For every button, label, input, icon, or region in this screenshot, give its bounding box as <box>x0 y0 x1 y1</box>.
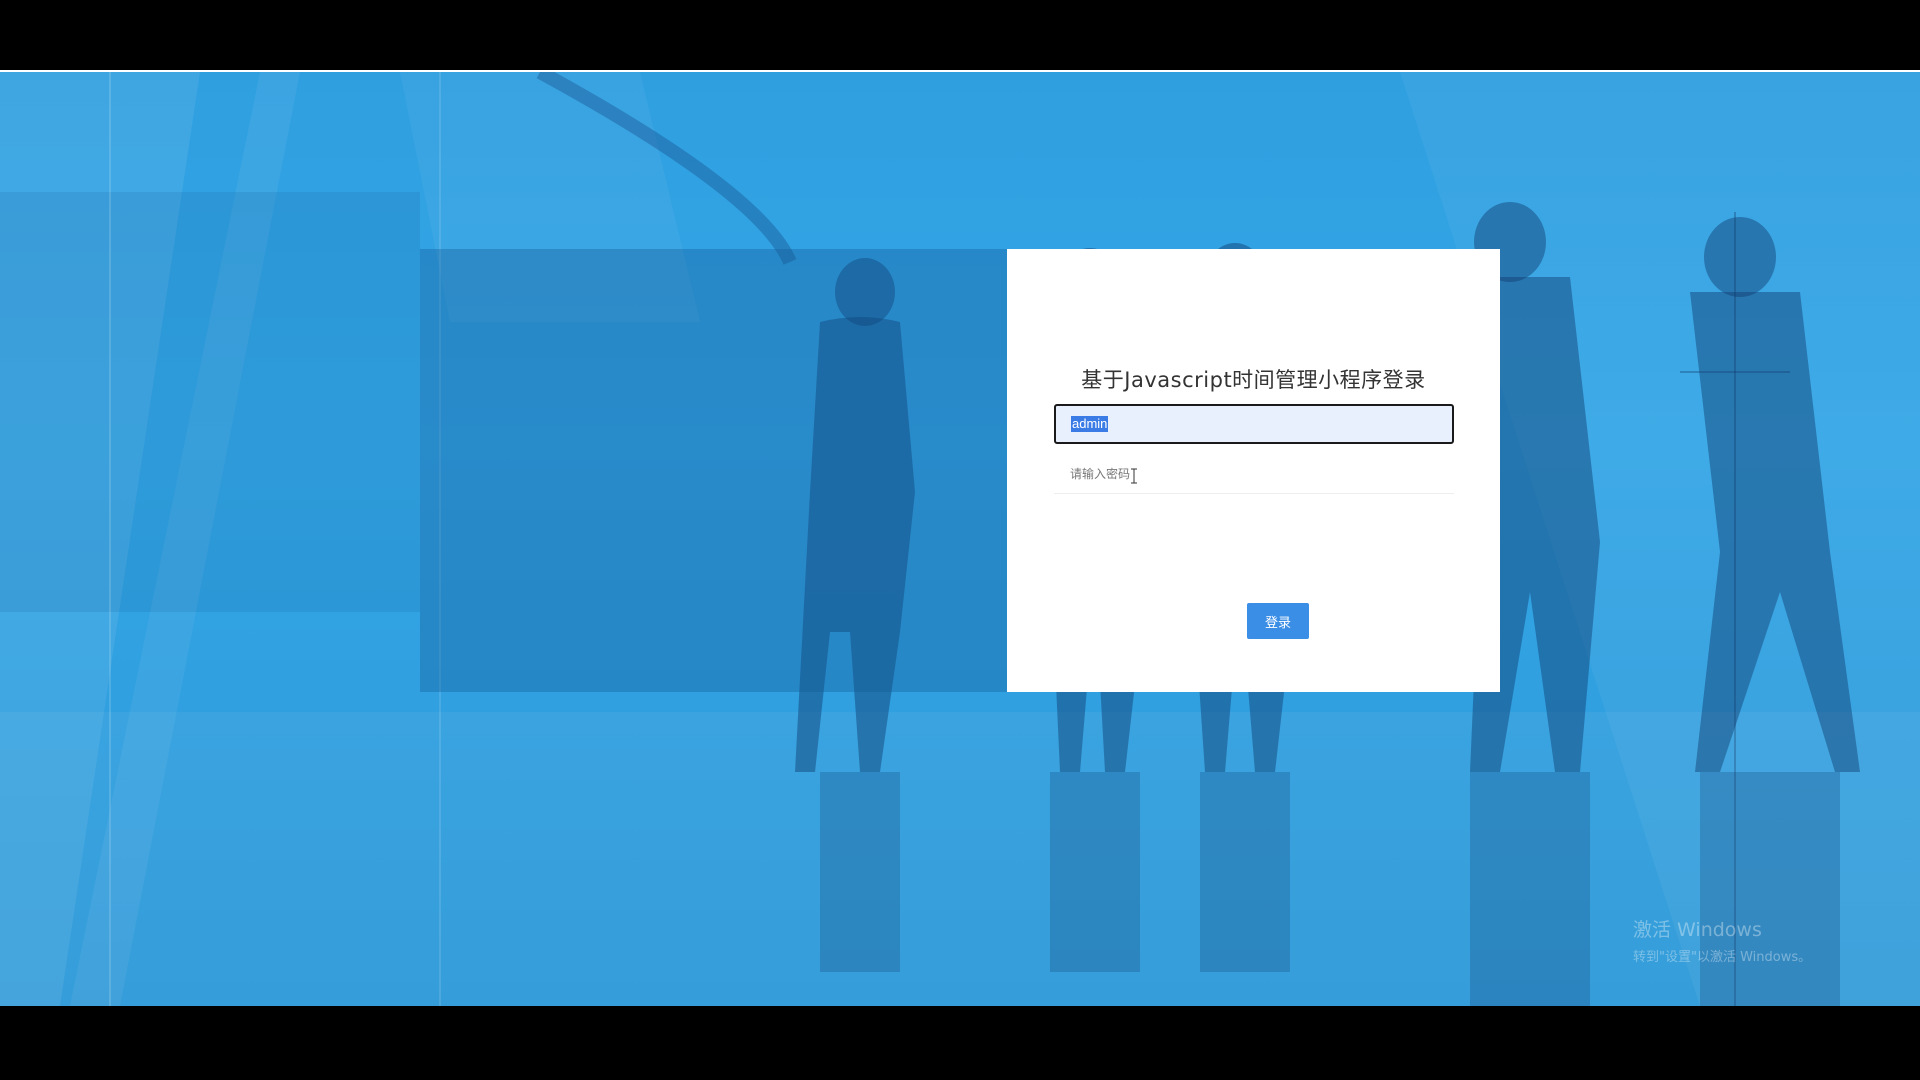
top-letterbox <box>0 0 1920 72</box>
text-cursor-icon <box>1131 468 1137 484</box>
watermark-subtitle: 转到"设置"以激活 Windows。 <box>1633 950 1812 965</box>
login-card: 基于Javascript时间管理小程序登录 admin 登录 <box>1007 249 1500 692</box>
watermark-title: 激活 Windows <box>1633 919 1762 941</box>
username-input[interactable] <box>1054 404 1454 444</box>
screen: 基于Javascript时间管理小程序登录 admin 登录 激活 Window… <box>0 0 1920 1080</box>
windows-activation-watermark: 激活 Windows 转到"设置"以激活 Windows。 <box>1633 915 1811 965</box>
bottom-letterbox <box>0 1006 1920 1080</box>
username-selection: admin <box>1071 416 1109 432</box>
password-input[interactable] <box>1054 454 1454 494</box>
login-button[interactable]: 登录 <box>1247 603 1309 639</box>
overlay-panel <box>420 249 1007 692</box>
login-title: 基于Javascript时间管理小程序登录 <box>1081 368 1426 392</box>
